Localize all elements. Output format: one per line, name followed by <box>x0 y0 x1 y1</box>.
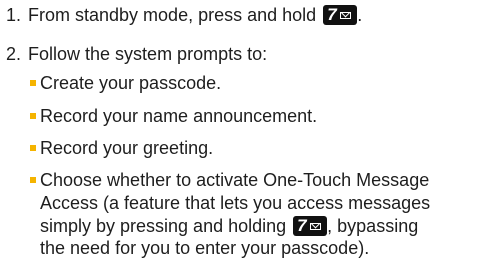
step-2: 2. Follow the system prompts to: <box>6 43 267 66</box>
key-7-digit: 7 <box>327 5 337 24</box>
bullet-text-1: Create your passcode. <box>40 73 222 93</box>
bullet-4-line-4: the need for you to enter your passcode)… <box>40 238 370 258</box>
bullet-item-1: Create your passcode. <box>30 72 221 95</box>
bullet-square-icon <box>30 113 36 120</box>
step-2-number: 2. <box>6 44 22 64</box>
step-1-text: From standby mode, press and hold <box>28 5 317 25</box>
key-7-digit: 7 <box>297 216 307 235</box>
bullet-item-4: Choose whether to activate One-Touch Mes… <box>30 169 429 192</box>
bullet-square-icon <box>30 145 36 152</box>
bullet-text-2: Record your name announcement. <box>40 106 318 126</box>
voicemail-key-7-icon: 7 <box>293 216 328 236</box>
bullet-text-3: Record your greeting. <box>40 138 214 158</box>
bullet-item-3: Record your greeting. <box>30 137 213 160</box>
envelope-icon <box>340 12 352 19</box>
bullet-4-line-3-text: simply by pressing and holding <box>40 216 287 236</box>
envelope-icon <box>310 223 322 230</box>
bullet-item-2: Record your name announcement. <box>30 105 317 128</box>
step-1: 1. From standby mode, press and hold 7 . <box>6 4 362 27</box>
voicemail-key-7-icon: 7 <box>323 5 358 25</box>
bullet-text-4: Choose whether to activate One-Touch Mes… <box>40 170 430 190</box>
bullet-4-line-3: simply by pressing and holding 7 , bypas… <box>40 215 418 238</box>
bullet-square-icon <box>30 80 36 87</box>
bullet-square-icon <box>30 177 36 184</box>
step-1-number: 1. <box>6 5 22 25</box>
bullet-4-line-2: Access (a feature that lets you access m… <box>40 193 431 213</box>
instruction-document: 1. From standby mode, press and hold 7 .… <box>0 0 482 258</box>
bullet-4-line-3-tail: , bypassing <box>327 216 419 236</box>
step-2-text: Follow the system prompts to: <box>28 44 268 64</box>
step-1-period: . <box>357 5 363 25</box>
